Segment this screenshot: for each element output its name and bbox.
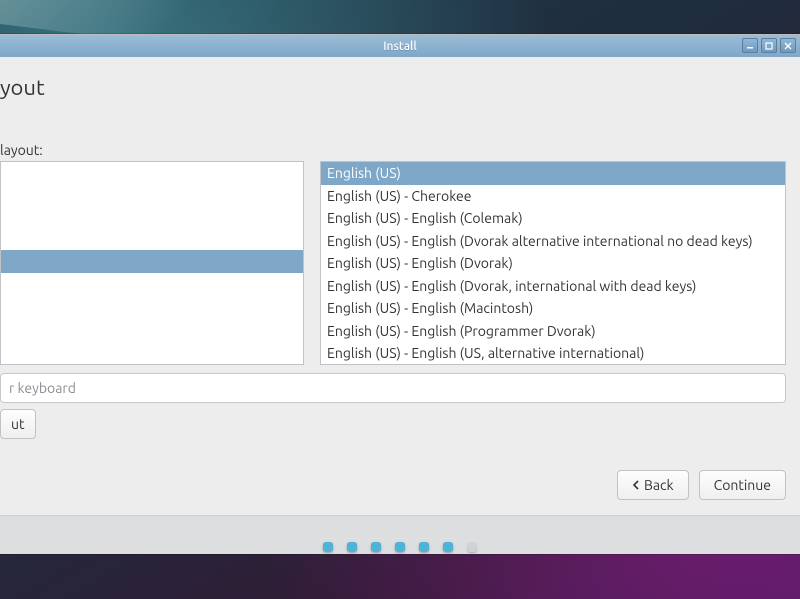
list-item xyxy=(1,162,303,250)
list-item[interactable]: English (US) - English (Colemak) xyxy=(321,207,785,230)
list-item[interactable]: English (US) - English (Programmer Dvora… xyxy=(321,320,785,343)
layout-listbox-right[interactable]: English (US)English (US) - CherokeeEngli… xyxy=(320,161,786,365)
progress-dot-active xyxy=(419,542,429,552)
list-item-selected[interactable]: English (US) xyxy=(321,162,785,185)
install-window: Install yout layout: English ( xyxy=(0,34,800,554)
list-item[interactable]: English (US) - English (Dvorak, internat… xyxy=(321,275,785,298)
page-title: yout xyxy=(0,75,45,100)
section-label: layout: xyxy=(0,142,43,158)
titlebar: Install xyxy=(0,35,800,57)
back-button-label: Back xyxy=(644,477,674,493)
window-title: Install xyxy=(383,40,417,53)
list-item[interactable]: English (US) - Cherokee xyxy=(321,185,785,208)
list-item[interactable]: English (US) - English (US, alternative … xyxy=(321,342,785,365)
keyboard-test-input[interactable] xyxy=(0,373,786,403)
detect-layout-button[interactable]: ut xyxy=(0,409,36,439)
progress-dot-inactive xyxy=(467,542,477,552)
progress-dot-active xyxy=(395,542,405,552)
navigation-buttons: Back Continue xyxy=(617,470,786,500)
minimize-button[interactable] xyxy=(742,38,758,53)
window-content: yout layout: English (US)English (US) - … xyxy=(0,57,800,554)
list-item[interactable]: English (US) - English (Macintosh) xyxy=(321,297,785,320)
continue-button-label: Continue xyxy=(714,477,771,493)
list-item-selected[interactable] xyxy=(1,250,303,273)
layout-listbox-left[interactable] xyxy=(0,161,304,365)
chevron-left-icon xyxy=(632,477,640,493)
progress-dots xyxy=(0,515,800,554)
continue-button[interactable]: Continue xyxy=(699,470,786,500)
progress-dot-active xyxy=(347,542,357,552)
back-button[interactable]: Back xyxy=(617,470,689,500)
progress-dot-active xyxy=(323,542,333,552)
list-item[interactable]: English (US) - English (Dvorak) xyxy=(321,252,785,275)
list-item[interactable]: English (US) - English (Dvorak alternati… xyxy=(321,230,785,253)
window-controls xyxy=(742,38,796,53)
keyboard-layout-lists: English (US)English (US) - CherokeeEngli… xyxy=(0,161,786,365)
desktop-background: Install yout layout: English ( xyxy=(0,0,800,599)
maximize-button[interactable] xyxy=(761,38,777,53)
progress-dot-active xyxy=(371,542,381,552)
close-button[interactable] xyxy=(780,38,796,53)
progress-dot-active xyxy=(443,542,453,552)
